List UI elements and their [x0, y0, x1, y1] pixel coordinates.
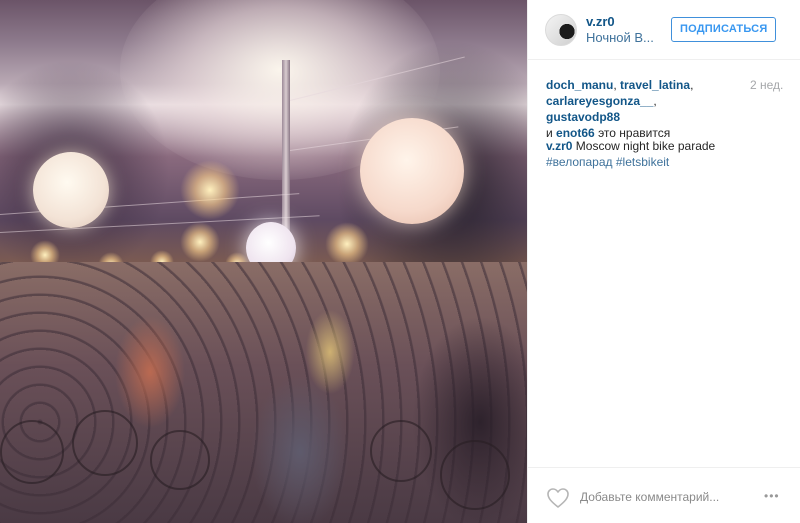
more-options-button[interactable]: ••• [764, 488, 790, 504]
liker-link[interactable]: carlareyesgonza__ [546, 94, 653, 108]
street-lamp [180, 160, 240, 220]
caption: v.zr0 Moscow night bike parade #велопарад… [546, 138, 786, 170]
likes-separator: , [690, 78, 694, 92]
street-lamp [180, 222, 220, 262]
likes-separator: , [653, 94, 657, 108]
post-sidebar: v.zr0 Ночной В... ПОДПИСАТЬСЯ doch_manu,… [527, 0, 800, 523]
bike-wheel [72, 410, 138, 476]
liker-link[interactable]: gustavodp88 [546, 110, 620, 124]
street-lamp [325, 222, 369, 266]
bike-wheel [0, 420, 64, 484]
post-header: v.zr0 Ночной В... ПОДПИСАТЬСЯ [528, 0, 800, 60]
likes-summary: doch_manu, travel_latina, carlareyesgonza… [546, 77, 731, 141]
liker-link[interactable]: travel_latina [620, 78, 690, 92]
username-link[interactable]: v.zr0 [586, 14, 615, 29]
caption-author-link[interactable]: v.zr0 [546, 139, 572, 153]
post-photo[interactable] [0, 0, 527, 523]
balloon [360, 118, 464, 224]
balloon [33, 152, 109, 228]
bike-wheel [150, 430, 210, 490]
hashtag-link[interactable]: #letsbikeit [616, 155, 669, 169]
caption-text: Moscow night bike parade [572, 139, 716, 153]
post-timestamp[interactable]: 2 нед. [750, 78, 783, 92]
bike-wheel [370, 420, 432, 482]
post: v.zr0 Ночной В... ПОДПИСАТЬСЯ doch_manu,… [0, 0, 800, 523]
avatar[interactable] [545, 14, 577, 46]
bike-wheel [440, 440, 510, 510]
likes-separator: , [613, 78, 621, 92]
follow-button[interactable]: ПОДПИСАТЬСЯ [671, 17, 777, 42]
hashtag-link[interactable]: #велопарад [546, 155, 613, 169]
comment-input[interactable] [580, 487, 756, 507]
location-link[interactable]: Ночной В... [586, 30, 654, 45]
heart-outline-icon[interactable] [546, 487, 570, 509]
post-footer: ••• [528, 467, 800, 523]
liker-link[interactable]: doch_manu [546, 78, 613, 92]
